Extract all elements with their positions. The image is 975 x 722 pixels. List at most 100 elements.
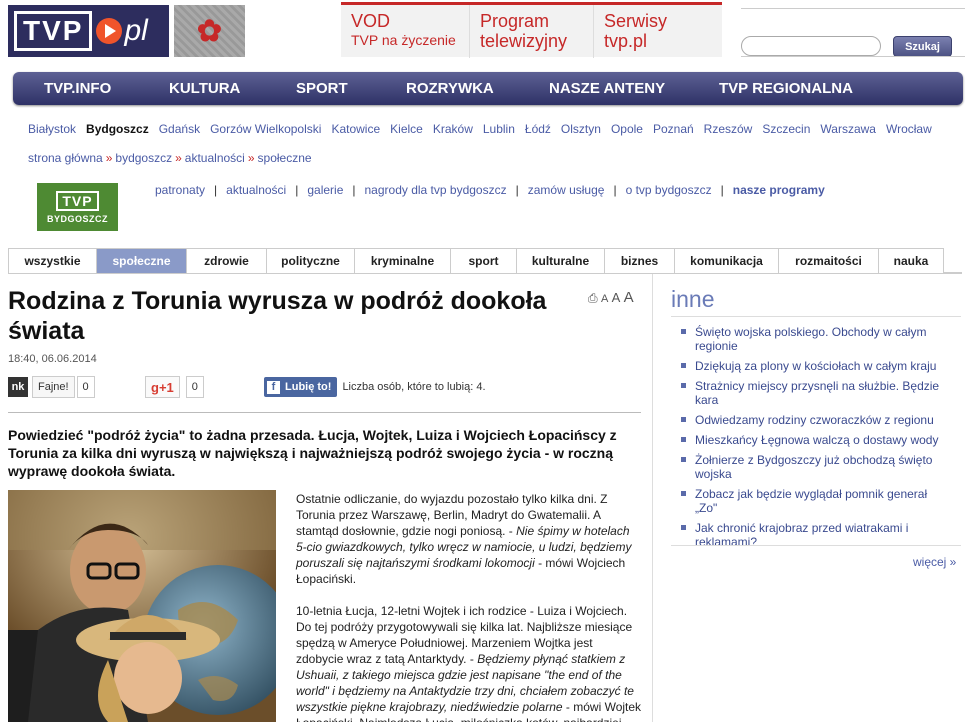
city-link[interactable]: Opole bbox=[611, 122, 643, 136]
facebook-like-button[interactable]: f Lubię to! bbox=[264, 377, 338, 397]
gplus-count: 0 bbox=[185, 376, 204, 398]
nav-tvp-info[interactable]: TVP.INFO bbox=[44, 80, 111, 97]
header-divider-bottom bbox=[741, 56, 965, 57]
city-link[interactable]: Poznań bbox=[653, 122, 694, 136]
family-globe-image bbox=[8, 490, 276, 722]
city-link[interactable]: Rzeszów bbox=[704, 122, 753, 136]
tvp-bydgoszcz-logo[interactable]: TVP BYDGOSZCZ bbox=[37, 183, 118, 231]
tab-nauka[interactable]: nauka bbox=[878, 248, 944, 274]
city-link[interactable]: Gdańsk bbox=[159, 122, 200, 136]
related-article-link[interactable]: Zobacz jak będzie wyglądał pomnik genera… bbox=[681, 487, 951, 515]
city-link-current[interactable]: Bydgoszcz bbox=[86, 122, 149, 136]
subnav-nasze-programy[interactable]: nasze programy bbox=[733, 183, 825, 197]
subnav-galerie[interactable]: galerie bbox=[307, 183, 343, 197]
article-title: Rodzina z Torunia wyrusza w podróż dooko… bbox=[8, 287, 547, 345]
subnav-zamow-usluge[interactable]: zamów usługę bbox=[528, 183, 605, 197]
print-icon[interactable]: ⎙ bbox=[588, 291, 598, 305]
promo-serwisy[interactable]: Serwisy tvp.pl bbox=[593, 5, 721, 58]
city-link[interactable]: Szczecin bbox=[762, 122, 810, 136]
tvp-logo[interactable]: TVP pl bbox=[8, 5, 169, 57]
breadcrumb-aktualnosci[interactable]: aktualności bbox=[185, 151, 245, 165]
promo-strip: VOD TVP na życzenie Program telewizyjny … bbox=[341, 2, 722, 58]
font-medium-button[interactable]: A bbox=[612, 290, 621, 305]
subnav-patronaty[interactable]: patronaty bbox=[155, 183, 205, 197]
tvp-logo-pl: pl bbox=[124, 14, 148, 47]
tab-spoleczne[interactable]: społeczne bbox=[96, 248, 186, 274]
promo-program[interactable]: Program telewizyjny bbox=[469, 5, 593, 58]
gplus-button[interactable]: g+1 bbox=[145, 376, 180, 398]
category-tabs: wszystkie społeczne zdrowie polityczne k… bbox=[8, 248, 962, 274]
city-link[interactable]: Kielce bbox=[390, 122, 423, 136]
breadcrumb-separator: » bbox=[175, 151, 182, 165]
promo-vod[interactable]: VOD TVP na życzenie bbox=[341, 5, 469, 58]
nav-sport[interactable]: SPORT bbox=[296, 80, 348, 97]
font-small-button[interactable]: A bbox=[601, 293, 608, 305]
tab-komunikacja[interactable]: komunikacja bbox=[674, 248, 778, 274]
tab-zdrowie[interactable]: zdrowie bbox=[186, 248, 266, 274]
more-link[interactable]: więcej » bbox=[913, 555, 956, 569]
facebook-like-count-text: Liczba osób, które to lubią: 4. bbox=[342, 381, 486, 393]
nav-tvp-regionalna[interactable]: TVP REGIONALNA bbox=[719, 80, 853, 97]
promo-program-sub: telewizyjny bbox=[480, 31, 568, 51]
facebook-like: f Lubię to! Liczba osób, które to lubią:… bbox=[264, 375, 486, 399]
gplus-share: g+1 0 bbox=[145, 375, 204, 399]
related-article-link[interactable]: Odwiedzamy rodziny czworaczków z regionu bbox=[681, 413, 951, 427]
city-link[interactable]: Łódź bbox=[525, 122, 551, 136]
related-article-link[interactable]: Strażnicy miejscy przysnęli na służbie. … bbox=[681, 379, 951, 407]
search-input[interactable] bbox=[741, 36, 881, 56]
article-photo[interactable] bbox=[8, 490, 276, 722]
header-divider-top bbox=[741, 8, 965, 9]
play-icon bbox=[96, 18, 123, 44]
nk-fajne-button[interactable]: Fajne! bbox=[32, 376, 75, 398]
font-large-button[interactable]: A bbox=[624, 289, 634, 306]
column-divider bbox=[652, 274, 653, 722]
subnav-separator: | bbox=[515, 183, 519, 197]
article-paragraph-1: Ostatnie odliczanie, do wyjazdu pozostał… bbox=[296, 491, 642, 587]
related-article-link[interactable]: Dziękują za plony w kościołach w całym k… bbox=[681, 359, 951, 373]
related-article-link[interactable]: Mieszkańcy Łęgnowa walczą o dostawy wody bbox=[681, 433, 951, 447]
subnav-o-tvp-bydgoszcz[interactable]: o tvp bydgoszcz bbox=[626, 183, 712, 197]
tab-polityczne[interactable]: polityczne bbox=[266, 248, 354, 274]
nav-nasze-anteny[interactable]: NASZE ANTENY bbox=[549, 80, 665, 97]
article-divider bbox=[8, 412, 641, 413]
tab-kulturalne[interactable]: kulturalne bbox=[516, 248, 604, 274]
nk-icon[interactable]: nk bbox=[8, 377, 28, 397]
breadcrumb-bydgoszcz[interactable]: bydgoszcz bbox=[115, 151, 172, 165]
subnav-aktualnosci[interactable]: aktualności bbox=[226, 183, 286, 197]
promo-vod-sub: TVP na życzenie bbox=[351, 32, 456, 48]
related-article-link[interactable]: Żołnierze z Bydgoszczy już obchodzą świę… bbox=[681, 453, 951, 481]
subnav-separator: | bbox=[214, 183, 218, 197]
breadcrumb-spoleczne[interactable]: społeczne bbox=[258, 151, 312, 165]
nav-rozrywka[interactable]: ROZRYWKA bbox=[406, 80, 494, 97]
search-button[interactable]: Szukaj bbox=[893, 36, 952, 57]
tab-wszystkie[interactable]: wszystkie bbox=[8, 248, 96, 274]
sidebar-divider bbox=[671, 316, 961, 317]
subnav-separator: | bbox=[720, 183, 724, 197]
city-link[interactable]: Kraków bbox=[433, 122, 473, 136]
related-articles-list: Święto wojska polskiego. Obchody w całym… bbox=[681, 325, 951, 555]
city-link[interactable]: Gorzów Wielkopolski bbox=[210, 122, 321, 136]
subnav-nagrody[interactable]: nagrody dla tvp bydgoszcz bbox=[365, 183, 507, 197]
city-link[interactable]: Wrocław bbox=[886, 122, 932, 136]
tab-sport[interactable]: sport bbox=[450, 248, 516, 274]
facebook-like-label: Lubię to! bbox=[285, 381, 332, 393]
tab-biznes[interactable]: biznes bbox=[604, 248, 674, 274]
nk-count: 0 bbox=[76, 376, 95, 398]
city-link[interactable]: Katowice bbox=[331, 122, 380, 136]
city-link[interactable]: Olsztyn bbox=[561, 122, 601, 136]
tab-kryminalne[interactable]: kryminalne bbox=[354, 248, 450, 274]
subnav-separator: | bbox=[613, 183, 617, 197]
city-link[interactable]: Białystok bbox=[28, 122, 76, 136]
nav-kultura[interactable]: KULTURA bbox=[169, 80, 240, 97]
subnav-separator: | bbox=[352, 183, 356, 197]
related-article-link[interactable]: Święto wojska polskiego. Obchody w całym… bbox=[681, 325, 951, 353]
regional-logo-tvp: TVP bbox=[56, 190, 99, 211]
promo-program-title: Program bbox=[480, 11, 550, 31]
breadcrumb-home[interactable]: strona główna bbox=[28, 151, 103, 165]
promo-serwisy-title: Serwisy bbox=[604, 11, 668, 31]
subnav-separator: | bbox=[295, 183, 299, 197]
anniversary-badge-logo[interactable]: ✿ bbox=[174, 5, 245, 57]
city-link[interactable]: Lublin bbox=[483, 122, 515, 136]
city-link[interactable]: Warszawa bbox=[820, 122, 876, 136]
tab-rozmaitosci[interactable]: rozmaitości bbox=[778, 248, 878, 274]
